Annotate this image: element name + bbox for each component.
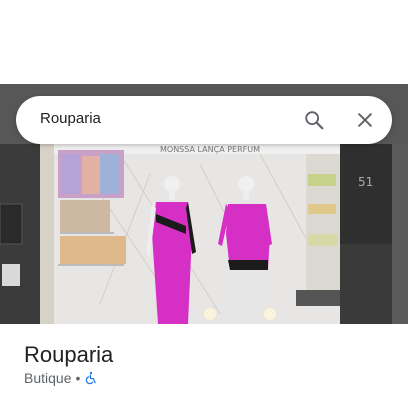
wheelchair-icon xyxy=(84,371,98,385)
svg-text:MONSSA LANÇA PERFUM: MONSSA LANÇA PERFUM xyxy=(160,145,260,154)
search-icon xyxy=(305,111,324,130)
svg-text:51: 51 xyxy=(358,175,373,189)
place-meta: Butique • xyxy=(24,370,98,386)
search-button[interactable] xyxy=(298,104,330,136)
close-button[interactable] xyxy=(349,104,381,136)
close-icon xyxy=(358,113,372,127)
separator-dot: • xyxy=(75,370,81,386)
search-input[interactable]: Rouparia xyxy=(40,110,101,127)
place-category: Butique xyxy=(24,370,72,386)
search-bar[interactable]: Rouparia xyxy=(16,96,392,144)
place-name[interactable]: Rouparia xyxy=(24,342,113,368)
